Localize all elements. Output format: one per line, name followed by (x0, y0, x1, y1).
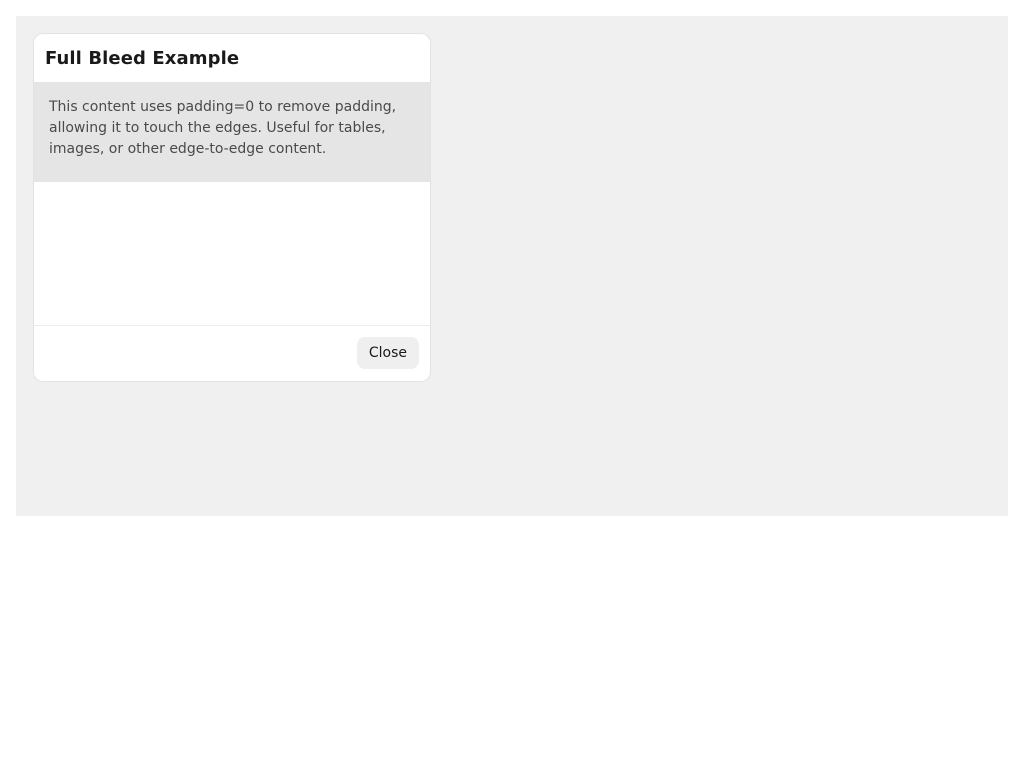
full-bleed-content: This content uses padding=0 to remove pa… (34, 82, 430, 182)
close-button[interactable]: Close (356, 337, 419, 369)
dialog-title: Full Bleed Example (45, 47, 240, 69)
dialog-footer: Close (34, 325, 430, 380)
full-bleed-dialog: Full Bleed Example This content uses pad… (33, 33, 431, 382)
demo-stage: Full Bleed Example This content uses pad… (16, 16, 1008, 516)
dialog-header: Full Bleed Example (34, 34, 430, 82)
dialog-body-empty (34, 182, 430, 325)
content-text: This content uses padding=0 to remove pa… (49, 99, 397, 157)
